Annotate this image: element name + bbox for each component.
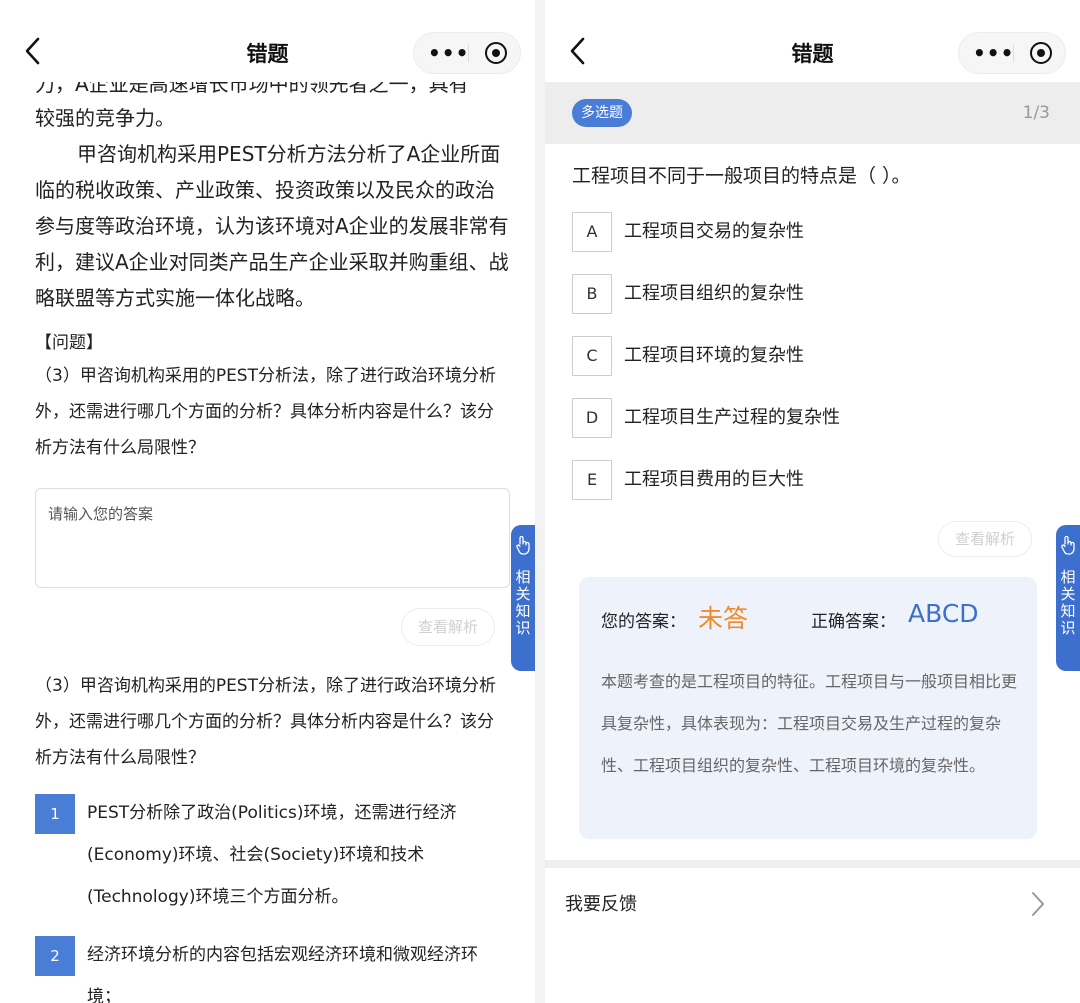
explanation-text: 本题考查的是工程项目的特征。工程项目与一般项目相比更具复杂性，具体表现为：工程项… xyxy=(601,672,1018,775)
related-knowledge-label: 相关知识 xyxy=(515,568,531,637)
right-screen: 错题 ••• 多选题 1/3 工程项目不同于一般项目的特点是（ ）。 A 工程项… xyxy=(545,0,1080,1003)
passage-line: 较强的竞争力。 xyxy=(35,106,175,130)
question-type-badge: 多选题 xyxy=(572,99,632,127)
left-screen: 错题 ••• 力，A企业是高速增长市场中的领先者之一，具有 较强的竞争力。 甲咨… xyxy=(0,0,535,1003)
correct-answer-value: ABCD xyxy=(908,599,979,628)
section-divider xyxy=(545,860,1080,868)
capsule-divider xyxy=(468,44,469,62)
option-text: 工程项目交易的复杂性 xyxy=(624,221,804,242)
answer-point: 1 PEST分析除了政治(Politics)环境，还需进行经济(Economy)… xyxy=(35,792,510,918)
related-knowledge-tab[interactable]: 相关知识 xyxy=(511,525,535,671)
view-analysis-button[interactable]: 查看解析 xyxy=(938,521,1032,557)
point-text: 经济环境分析的内容包括宏观经济环境和微观经济环境； xyxy=(87,945,478,1003)
passage-paragraph: 甲咨询机构采用PEST分析方法分析了A企业所面临的税收政策、产业政策、投资政策以… xyxy=(35,142,509,310)
option-letter: C xyxy=(572,336,612,376)
more-icon[interactable]: ••• xyxy=(428,33,469,73)
question-header-band: 多选题 1/3 xyxy=(545,82,1080,144)
answer-point: 2 经济环境分析的内容包括宏观经济环境和微观经济环境； xyxy=(35,934,510,1003)
option-text: 工程项目费用的巨大性 xyxy=(624,469,804,490)
nav-bar: 错题 ••• xyxy=(0,0,535,82)
question-text: 工程项目不同于一般项目的特点是（ ）。 xyxy=(572,165,911,187)
capsule-divider xyxy=(1013,44,1014,62)
question-progress: 1/3 xyxy=(1022,103,1050,123)
answer-row: 您的答案： 未答 正确答案： ABCD xyxy=(601,599,1017,639)
point-number: 2 xyxy=(35,936,75,976)
question-heading: 【问题】 xyxy=(35,333,103,353)
related-knowledge-label: 相关知识 xyxy=(1060,568,1076,637)
more-icon[interactable]: ••• xyxy=(973,33,1014,73)
option-letter: E xyxy=(572,460,612,500)
option-text: 工程项目生产过程的复杂性 xyxy=(624,407,840,428)
mini-program-capsule: ••• xyxy=(413,32,521,74)
feedback-label: 我要反馈 xyxy=(565,894,637,915)
chevron-right-icon xyxy=(1032,892,1044,916)
close-target-icon[interactable] xyxy=(1030,42,1052,64)
point-number: 1 xyxy=(35,794,75,834)
answer-input[interactable]: 请输入您的答案 xyxy=(35,488,510,588)
related-knowledge-tab[interactable]: 相关知识 xyxy=(1056,525,1080,671)
option-letter: B xyxy=(572,274,612,314)
option-letter: D xyxy=(572,398,612,438)
feedback-row[interactable]: 我要反馈 xyxy=(545,868,1080,940)
correct-answer-label: 正确答案： xyxy=(811,612,896,632)
hand-pointer-icon xyxy=(516,535,530,555)
your-answer-label: 您的答案： xyxy=(601,612,686,632)
option-letter: A xyxy=(572,212,612,252)
question-content: 力，A企业是高速增长市场中的领先者之一，具有 较强的竞争力。 甲咨询机构采用PE… xyxy=(35,66,510,1003)
close-target-icon[interactable] xyxy=(485,42,507,64)
point-text: PEST分析除了政治(Politics)环境，还需进行经济(Economy)环境… xyxy=(87,803,457,907)
screen-divider xyxy=(535,0,545,1003)
mini-program-capsule: ••• xyxy=(958,32,1066,74)
option-text: 工程项目环境的复杂性 xyxy=(624,345,804,366)
view-analysis-button[interactable]: 查看解析 xyxy=(401,608,495,646)
option-text: 工程项目组织的复杂性 xyxy=(624,283,804,304)
your-answer-value: 未答 xyxy=(698,604,749,633)
hand-pointer-icon xyxy=(1061,535,1075,555)
nav-bar: 错题 ••• xyxy=(545,0,1080,82)
answer-card: 您的答案： 未答 正确答案： ABCD 本题考查的是工程项目的特征。工程项目与一… xyxy=(579,577,1037,839)
question-text-repeat: （3）甲咨询机构采用的PEST分析法，除了进行政治环境分析外，还需进行哪几个方面… xyxy=(35,676,496,768)
question-text: （3）甲咨询机构采用的PEST分析法，除了进行政治环境分析外，还需进行哪几个方面… xyxy=(35,366,496,458)
